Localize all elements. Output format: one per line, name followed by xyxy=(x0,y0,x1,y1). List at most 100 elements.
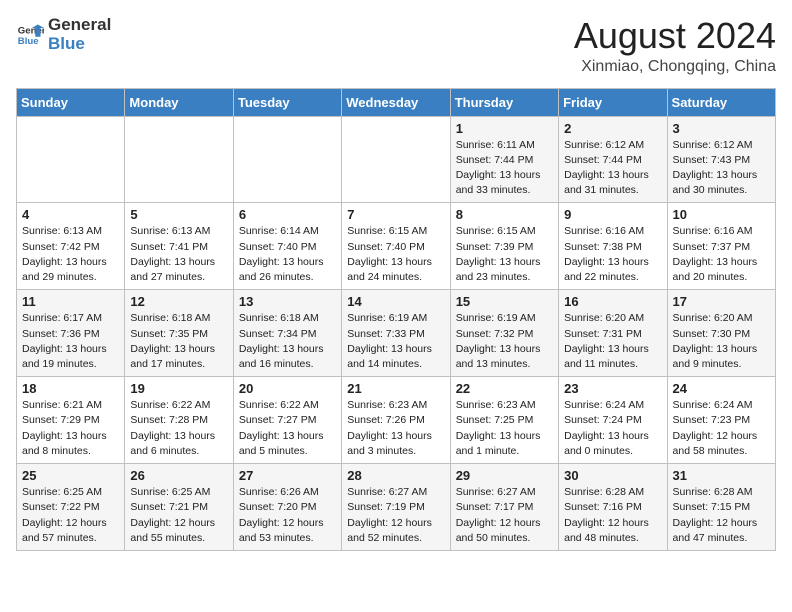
column-header-sunday: Sunday xyxy=(17,88,125,116)
day-info: Sunrise: 6:12 AM Sunset: 7:44 PM Dayligh… xyxy=(564,138,661,199)
day-number: 17 xyxy=(673,294,770,309)
day-info: Sunrise: 6:25 AM Sunset: 7:21 PM Dayligh… xyxy=(130,485,227,546)
calendar-cell: 8 Sunrise: 6:15 AM Sunset: 7:39 PM Daylig… xyxy=(450,203,558,290)
day-info: Sunrise: 6:24 AM Sunset: 7:24 PM Dayligh… xyxy=(564,398,661,459)
day-number: 6 xyxy=(239,207,336,222)
column-header-tuesday: Tuesday xyxy=(233,88,341,116)
day-info: Sunrise: 6:20 AM Sunset: 7:30 PM Dayligh… xyxy=(673,311,770,372)
day-number: 22 xyxy=(456,381,553,396)
day-number: 2 xyxy=(564,121,661,136)
day-number: 8 xyxy=(456,207,553,222)
calendar-cell xyxy=(233,116,341,203)
day-number: 14 xyxy=(347,294,444,309)
svg-text:Blue: Blue xyxy=(18,35,39,46)
calendar-cell: 11 Sunrise: 6:17 AM Sunset: 7:36 PM Dayli… xyxy=(17,290,125,377)
calendar-cell: 2 Sunrise: 6:12 AM Sunset: 7:44 PM Daylig… xyxy=(559,116,667,203)
column-header-friday: Friday xyxy=(559,88,667,116)
day-number: 3 xyxy=(673,121,770,136)
calendar-cell: 17 Sunrise: 6:20 AM Sunset: 7:30 PM Dayli… xyxy=(667,290,775,377)
day-info: Sunrise: 6:17 AM Sunset: 7:36 PM Dayligh… xyxy=(22,311,119,372)
day-number: 27 xyxy=(239,468,336,483)
logo-icon: General Blue xyxy=(16,21,44,49)
day-number: 18 xyxy=(22,381,119,396)
day-number: 9 xyxy=(564,207,661,222)
calendar-cell: 23 Sunrise: 6:24 AM Sunset: 7:24 PM Dayli… xyxy=(559,377,667,464)
calendar-week-row: 11 Sunrise: 6:17 AM Sunset: 7:36 PM Dayli… xyxy=(17,290,776,377)
calendar-cell: 10Sunrise: 6:16 AM Sunset: 7:37 PM Dayli… xyxy=(667,203,775,290)
calendar-cell: 31Sunrise: 6:28 AM Sunset: 7:15 PM Dayli… xyxy=(667,464,775,551)
day-number: 10 xyxy=(673,207,770,222)
day-info: Sunrise: 6:23 AM Sunset: 7:26 PM Dayligh… xyxy=(347,398,444,459)
day-info: Sunrise: 6:11 AM Sunset: 7:44 PM Dayligh… xyxy=(456,138,553,199)
day-number: 1 xyxy=(456,121,553,136)
calendar-cell: 24Sunrise: 6:24 AM Sunset: 7:23 PM Dayli… xyxy=(667,377,775,464)
calendar-cell: 15Sunrise: 6:19 AM Sunset: 7:32 PM Dayli… xyxy=(450,290,558,377)
day-number: 29 xyxy=(456,468,553,483)
calendar-cell: 18 Sunrise: 6:21 AM Sunset: 7:29 PM Dayli… xyxy=(17,377,125,464)
day-number: 19 xyxy=(130,381,227,396)
calendar-cell: 19 Sunrise: 6:22 AM Sunset: 7:28 PM Dayli… xyxy=(125,377,233,464)
calendar-week-row: 1 Sunrise: 6:11 AM Sunset: 7:44 PM Daylig… xyxy=(17,116,776,203)
day-number: 15 xyxy=(456,294,553,309)
day-number: 13 xyxy=(239,294,336,309)
day-info: Sunrise: 6:16 AM Sunset: 7:38 PM Dayligh… xyxy=(564,224,661,285)
calendar-cell: 13 Sunrise: 6:18 AM Sunset: 7:34 PM Dayli… xyxy=(233,290,341,377)
calendar-cell: 28 Sunrise: 6:27 AM Sunset: 7:19 PM Dayli… xyxy=(342,464,450,551)
calendar-cell xyxy=(17,116,125,203)
calendar-cell: 3Sunrise: 6:12 AM Sunset: 7:43 PM Daylig… xyxy=(667,116,775,203)
calendar-cell: 12Sunrise: 6:18 AM Sunset: 7:35 PM Dayli… xyxy=(125,290,233,377)
calendar-cell xyxy=(342,116,450,203)
calendar-cell: 22 Sunrise: 6:23 AM Sunset: 7:25 PM Dayli… xyxy=(450,377,558,464)
calendar-cell: 27 Sunrise: 6:26 AM Sunset: 7:20 PM Dayli… xyxy=(233,464,341,551)
day-info: Sunrise: 6:14 AM Sunset: 7:40 PM Dayligh… xyxy=(239,224,336,285)
day-info: Sunrise: 6:18 AM Sunset: 7:34 PM Dayligh… xyxy=(239,311,336,372)
day-info: Sunrise: 6:28 AM Sunset: 7:16 PM Dayligh… xyxy=(564,485,661,546)
day-info: Sunrise: 6:27 AM Sunset: 7:17 PM Dayligh… xyxy=(456,485,553,546)
calendar-cell: 21 Sunrise: 6:23 AM Sunset: 7:26 PM Dayli… xyxy=(342,377,450,464)
day-number: 23 xyxy=(564,381,661,396)
calendar-table: SundayMondayTuesdayWednesdayThursdayFrid… xyxy=(16,88,776,551)
day-info: Sunrise: 6:22 AM Sunset: 7:28 PM Dayligh… xyxy=(130,398,227,459)
location: Xinmiao, Chongqing, China xyxy=(574,58,776,76)
calendar-cell: 26 Sunrise: 6:25 AM Sunset: 7:21 PM Dayli… xyxy=(125,464,233,551)
column-header-monday: Monday xyxy=(125,88,233,116)
calendar-cell: 25Sunrise: 6:25 AM Sunset: 7:22 PM Dayli… xyxy=(17,464,125,551)
day-number: 28 xyxy=(347,468,444,483)
day-info: Sunrise: 6:13 AM Sunset: 7:42 PM Dayligh… xyxy=(22,224,119,285)
day-info: Sunrise: 6:13 AM Sunset: 7:41 PM Dayligh… xyxy=(130,224,227,285)
day-info: Sunrise: 6:20 AM Sunset: 7:31 PM Dayligh… xyxy=(564,311,661,372)
day-number: 7 xyxy=(347,207,444,222)
calendar-cell: 30 Sunrise: 6:28 AM Sunset: 7:16 PM Dayli… xyxy=(559,464,667,551)
calendar-week-row: 4Sunrise: 6:13 AM Sunset: 7:42 PM Daylig… xyxy=(17,203,776,290)
day-info: Sunrise: 6:23 AM Sunset: 7:25 PM Dayligh… xyxy=(456,398,553,459)
logo-blue-text: Blue xyxy=(48,35,111,54)
calendar-cell: 7 Sunrise: 6:15 AM Sunset: 7:40 PM Daylig… xyxy=(342,203,450,290)
logo-general-text: General xyxy=(48,16,111,35)
title-area: August 2024 Xinmiao, Chongqing, China xyxy=(574,16,776,76)
column-header-wednesday: Wednesday xyxy=(342,88,450,116)
day-info: Sunrise: 6:15 AM Sunset: 7:39 PM Dayligh… xyxy=(456,224,553,285)
calendar-header-row: SundayMondayTuesdayWednesdayThursdayFrid… xyxy=(17,88,776,116)
calendar-cell xyxy=(125,116,233,203)
column-header-saturday: Saturday xyxy=(667,88,775,116)
day-number: 31 xyxy=(673,468,770,483)
day-number: 30 xyxy=(564,468,661,483)
calendar-cell: 9 Sunrise: 6:16 AM Sunset: 7:38 PM Daylig… xyxy=(559,203,667,290)
day-info: Sunrise: 6:21 AM Sunset: 7:29 PM Dayligh… xyxy=(22,398,119,459)
day-number: 20 xyxy=(239,381,336,396)
calendar-week-row: 18 Sunrise: 6:21 AM Sunset: 7:29 PM Dayli… xyxy=(17,377,776,464)
day-number: 21 xyxy=(347,381,444,396)
day-number: 26 xyxy=(130,468,227,483)
calendar-week-row: 25Sunrise: 6:25 AM Sunset: 7:22 PM Dayli… xyxy=(17,464,776,551)
day-info: Sunrise: 6:27 AM Sunset: 7:19 PM Dayligh… xyxy=(347,485,444,546)
calendar-cell: 16Sunrise: 6:20 AM Sunset: 7:31 PM Dayli… xyxy=(559,290,667,377)
logo: General Blue General Blue xyxy=(16,16,111,53)
header: General Blue General Blue August 2024 Xi… xyxy=(16,16,776,76)
calendar-cell: 6 Sunrise: 6:14 AM Sunset: 7:40 PM Daylig… xyxy=(233,203,341,290)
day-info: Sunrise: 6:26 AM Sunset: 7:20 PM Dayligh… xyxy=(239,485,336,546)
day-number: 12 xyxy=(130,294,227,309)
day-info: Sunrise: 6:15 AM Sunset: 7:40 PM Dayligh… xyxy=(347,224,444,285)
column-header-thursday: Thursday xyxy=(450,88,558,116)
calendar-cell: 5Sunrise: 6:13 AM Sunset: 7:41 PM Daylig… xyxy=(125,203,233,290)
day-number: 11 xyxy=(22,294,119,309)
